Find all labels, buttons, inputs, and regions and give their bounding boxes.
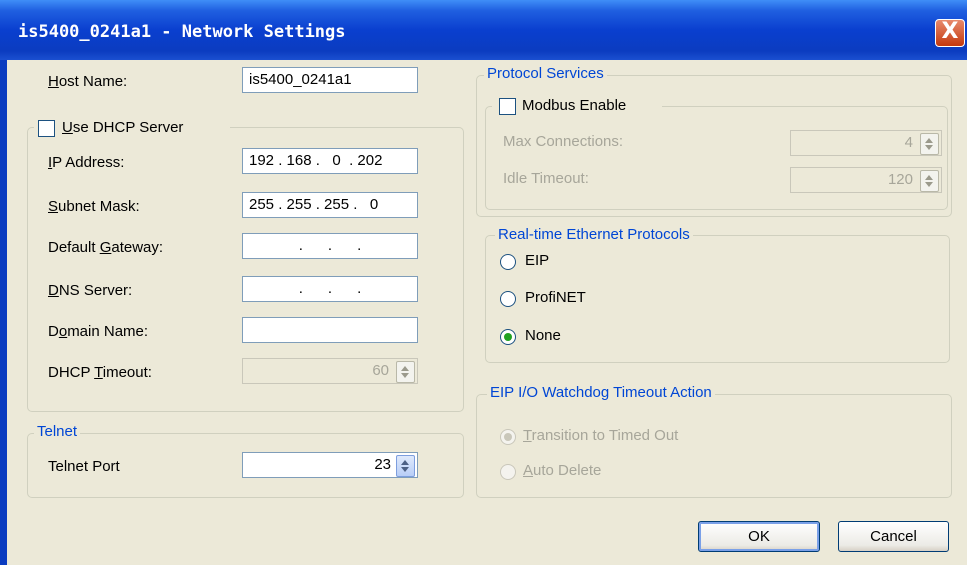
transition-timed-out-radio [500,429,516,445]
dns-server-label: DNS Server: [48,282,133,299]
telnet-port-spin-icon[interactable] [396,455,415,477]
none-radio-label[interactable]: None [525,327,561,344]
dhcp-timeout-spin-icon [396,361,415,383]
use-dhcp-label[interactable]: Use DHCP Server [62,119,183,136]
title-bar[interactable]: is5400_0241a1 - Network Settings X [0,0,967,60]
domain-name-input[interactable] [242,317,418,343]
ip-address-input[interactable]: 192 . 168 . 0 . 202 [242,148,418,174]
dialog-window: is5400_0241a1 - Network Settings X Host … [0,0,967,565]
cancel-button[interactable]: Cancel [838,521,949,552]
window-title: is5400_0241a1 - Network Settings [18,22,346,42]
idle-timeout-stepper: 120 [790,167,942,193]
max-connections-label: Max Connections: [503,133,624,150]
auto-delete-label: Auto Delete [523,462,602,479]
host-name-input[interactable]: is5400_0241a1 [242,67,418,93]
telnet-port-stepper[interactable]: 23 [242,452,418,478]
telnet-port-label: Telnet Port [48,458,120,475]
subnet-mask-label: Subnet Mask: [48,198,140,215]
max-connections-stepper: 4 [790,130,942,156]
transition-timed-out-label: Transition to Timed Out [523,427,679,444]
host-name-label: Host Name: [48,73,128,90]
profinet-radio[interactable] [500,291,516,307]
auto-delete-radio [500,464,516,480]
eip-radio-label[interactable]: EIP [525,252,549,269]
max-connections-spin-icon [920,133,939,155]
watchdog-title: EIP I/O Watchdog Timeout Action [487,384,715,401]
window-left-border [0,60,7,565]
ok-button[interactable]: OK [698,521,820,552]
default-gateway-label: Default Gateway: [48,239,164,256]
modbus-group [485,106,948,210]
watchdog-group [476,394,952,498]
protocol-services-title: Protocol Services [484,65,607,82]
profinet-radio-label[interactable]: ProfiNET [525,289,586,306]
telnet-group-title: Telnet [34,423,81,440]
close-icon: X [941,19,959,44]
use-dhcp-checkbox[interactable] [38,120,55,137]
eip-radio[interactable] [500,254,516,270]
dhcp-timeout-label: DHCP Timeout: [48,364,152,381]
none-radio[interactable] [500,329,516,345]
modbus-enable-checkbox[interactable] [499,98,516,115]
dns-server-input[interactable]: . . . [242,276,418,302]
modbus-enable-label[interactable]: Modbus Enable [522,97,626,114]
ip-address-label: IP Address: [48,154,125,171]
idle-timeout-label: Idle Timeout: [503,170,589,187]
close-button[interactable]: X [935,19,965,47]
default-gateway-input[interactable]: . . . [242,233,418,259]
realtime-ethernet-title: Real-time Ethernet Protocols [495,226,693,243]
domain-name-label: Domain Name: [48,323,149,340]
dhcp-timeout-stepper: 60 [242,358,418,384]
idle-timeout-spin-icon [920,170,939,192]
subnet-mask-input[interactable]: 255 . 255 . 255 . 0 [242,192,418,218]
